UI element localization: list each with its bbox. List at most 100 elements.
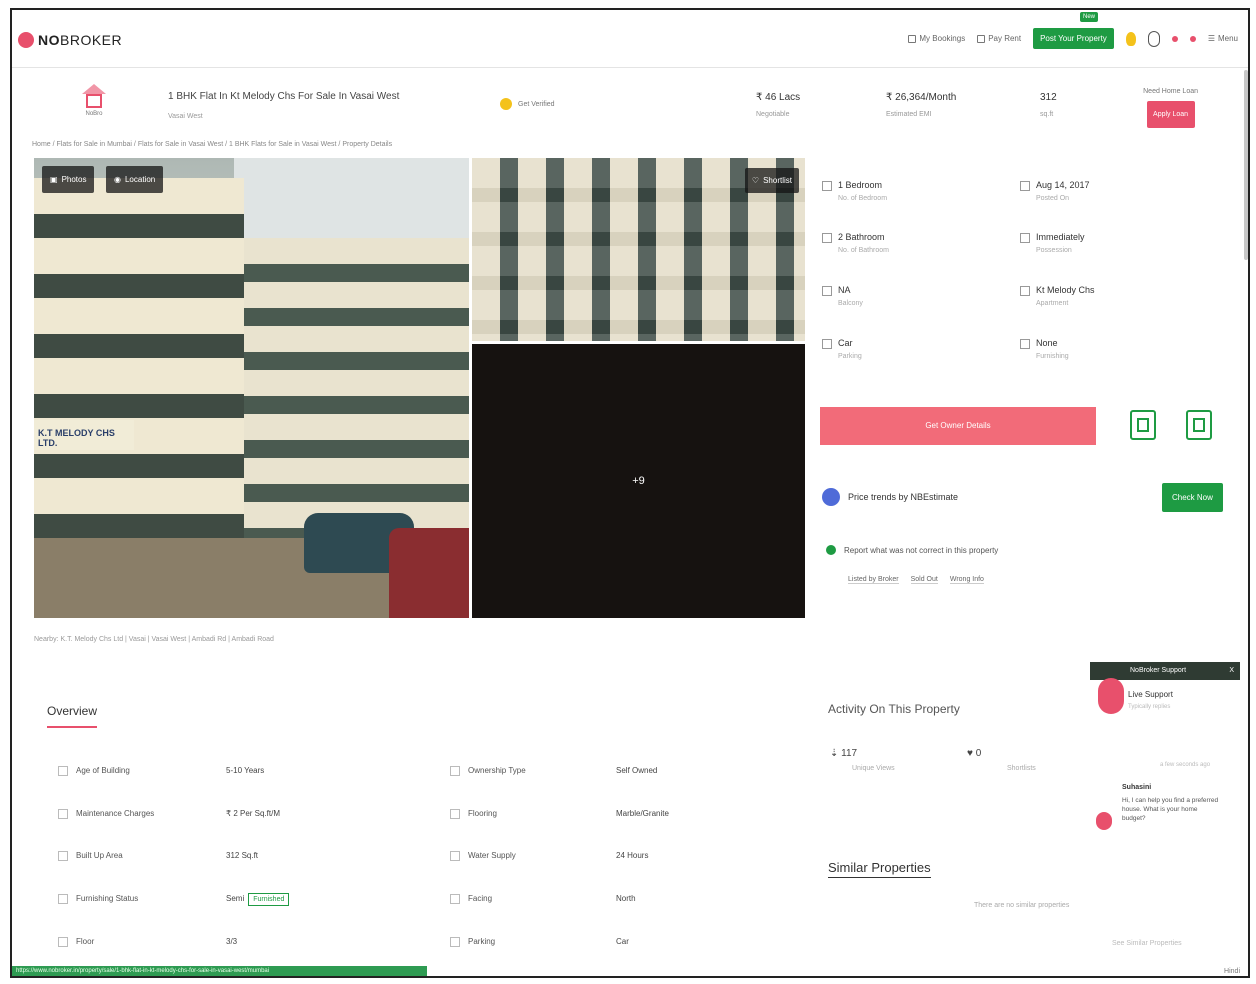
heart-icon: ♡ (751, 176, 760, 185)
new-badge: New (1079, 12, 1098, 22)
detail-balcony: NA Balcony (822, 285, 863, 307)
overview-value: 5-10 Years (226, 766, 265, 775)
overview-underline (47, 726, 97, 728)
sofa-icon (1020, 338, 1030, 349)
property-location: Vasai West (168, 113, 203, 120)
more-photos-count: +9 (632, 475, 645, 487)
price-trend: Price trends by NBEstimate (822, 488, 958, 506)
overview-value: Self Owned (616, 766, 658, 775)
overview-label: Facing (450, 894, 492, 904)
furnished-tag[interactable]: Furnished (248, 893, 290, 906)
live-support-label: Live Support (1128, 690, 1173, 699)
profile-icon[interactable] (1147, 30, 1160, 47)
overview-label: Maintenance Charges (58, 809, 154, 819)
verified-icon (500, 98, 512, 110)
emi: ₹ 26,364/Month Estimated EMI (886, 92, 957, 118)
overview-label: Built Up Area (58, 851, 123, 861)
nav-bookings[interactable]: My Bookings (908, 34, 965, 43)
chat-time: a few seconds ago (1160, 762, 1211, 768)
post-property-button[interactable]: Post Your Property (1033, 28, 1114, 49)
detail-posted: Aug 14, 2017 Posted On (1020, 180, 1090, 202)
support-chat-widget[interactable]: NoBroker Support X Live Support Typicall… (1090, 662, 1240, 830)
verify-badge[interactable]: Get Verified (500, 98, 555, 110)
car-icon (822, 338, 832, 349)
overview-label: Water Supply (450, 851, 516, 861)
overview-label: Floor (58, 937, 94, 947)
close-icon[interactable]: X (1229, 662, 1234, 680)
heart-count-icon: ♥ (967, 748, 976, 759)
report-options: Listed by Broker Sold Out Wrong Info (848, 576, 984, 584)
get-owner-details-button[interactable]: Get Owner Details (820, 407, 1096, 445)
breadcrumb[interactable]: Home / Flats for Sale in Mumbai / Flats … (32, 141, 392, 148)
chat-icon[interactable] (1186, 410, 1212, 440)
activity-title: Activity On This Property (828, 702, 960, 716)
detail-bedroom: 1 Bedroom No. of Bedroom (822, 180, 887, 202)
property-summary: NoBro 1 BHK Flat In Kt Melody Chs For Sa… (12, 68, 1248, 140)
camera-icon: ▣ (50, 175, 58, 184)
agent-avatar (1096, 812, 1112, 830)
loan-box: Need Home Loan Apply Loan (1143, 88, 1198, 128)
report-sold[interactable]: Sold Out (910, 576, 938, 584)
alert-icon[interactable] (1189, 35, 1196, 42)
building-icon (1020, 285, 1030, 296)
report-wrong-info[interactable]: Wrong Info (949, 576, 984, 584)
check-now-button[interactable]: Check Now (1162, 483, 1223, 512)
similar-properties-title: Similar Properties (828, 860, 931, 878)
live-support-sub: Typically replies (1128, 704, 1171, 710)
overview-label: Ownership Type (450, 766, 526, 776)
overview-value: North (616, 894, 636, 903)
overview-label: Age of Building (58, 766, 130, 776)
bulb-icon[interactable] (1125, 31, 1136, 46)
home-icon: NoBro (82, 84, 106, 117)
language-indicator: Hindi (1224, 968, 1240, 975)
balcony-icon (822, 285, 832, 296)
logo-icon (18, 32, 34, 48)
more-photos-tile[interactable]: +9 (472, 344, 805, 618)
property-title: 1 BHK Flat In Kt Melody Chs For Sale In … (168, 91, 400, 102)
building-sign: K.T MELODY CHS LTD. (34, 420, 134, 450)
photos-button[interactable]: ▣ Photos (42, 166, 95, 193)
nav-menu: My Bookings Pay Rent Post Your Property … (908, 28, 1238, 49)
notification-icon[interactable] (1171, 35, 1178, 42)
shortlist-count: ♥ 0 Shortlists (967, 748, 1036, 772)
nav-pay-rent[interactable]: Pay Rent (977, 34, 1021, 43)
unique-views: ⇣ 117 Unique Views (830, 748, 895, 772)
main-photo[interactable]: K.T MELODY CHS LTD. ▣ Photos ◉ Location (34, 158, 469, 618)
views-icon: ⇣ (830, 748, 842, 759)
apply-loan-button[interactable]: Apply Loan (1146, 101, 1195, 128)
location-button[interactable]: ◉ Location (106, 166, 164, 193)
status-bar-url: https://www.nobroker.in/property/sale/1-… (12, 966, 427, 976)
see-similar-link[interactable]: See Similar Properties (1112, 940, 1182, 947)
support-avatar (1098, 678, 1124, 714)
overview-value: ₹ 2 Per Sq.ft/M (226, 809, 280, 818)
overview-value: Marble/Granite (616, 809, 669, 818)
bookings-icon (908, 34, 917, 43)
scrollbar[interactable] (1244, 70, 1248, 260)
overview-value: Semi Furnished (226, 893, 290, 906)
price: ₹ 46 Lacs Negotiable (756, 92, 801, 118)
agent-message: Hi, I can help you find a preferred hous… (1122, 797, 1219, 822)
key-icon (1020, 232, 1030, 243)
overview-label: Furnishing Status (58, 894, 138, 904)
schedule-visit-icon[interactable] (1130, 410, 1156, 440)
report-broker[interactable]: Listed by Broker (848, 576, 899, 584)
calendar-icon (1020, 180, 1030, 191)
overview-title: Overview (47, 704, 98, 718)
shortlist-button[interactable]: ♡ Shortlist (744, 168, 799, 193)
detail-furnishing: None Furnishing (1020, 338, 1069, 360)
location-icon: ◉ (114, 175, 121, 184)
report-icon (826, 545, 836, 555)
overview-value: 3/3 (226, 937, 238, 946)
agent-name: Suhasini (1122, 784, 1152, 791)
secondary-photo[interactable]: ♡ Shortlist (472, 158, 805, 341)
bed-icon (822, 180, 832, 191)
detail-apartment: Kt Melody Chs Apartment (1020, 285, 1095, 307)
detail-possession: Immediately Possession (1020, 232, 1085, 254)
rent-icon (977, 34, 986, 43)
overview-label: Parking (450, 937, 495, 947)
overview-value: Car (616, 937, 629, 946)
area: 312 sq.ft (1040, 92, 1057, 118)
nobroker-logo[interactable]: NOBROKER (18, 32, 122, 48)
menu-button[interactable]: ☰ Menu (1208, 34, 1238, 43)
overview-value: 24 Hours (616, 851, 649, 860)
